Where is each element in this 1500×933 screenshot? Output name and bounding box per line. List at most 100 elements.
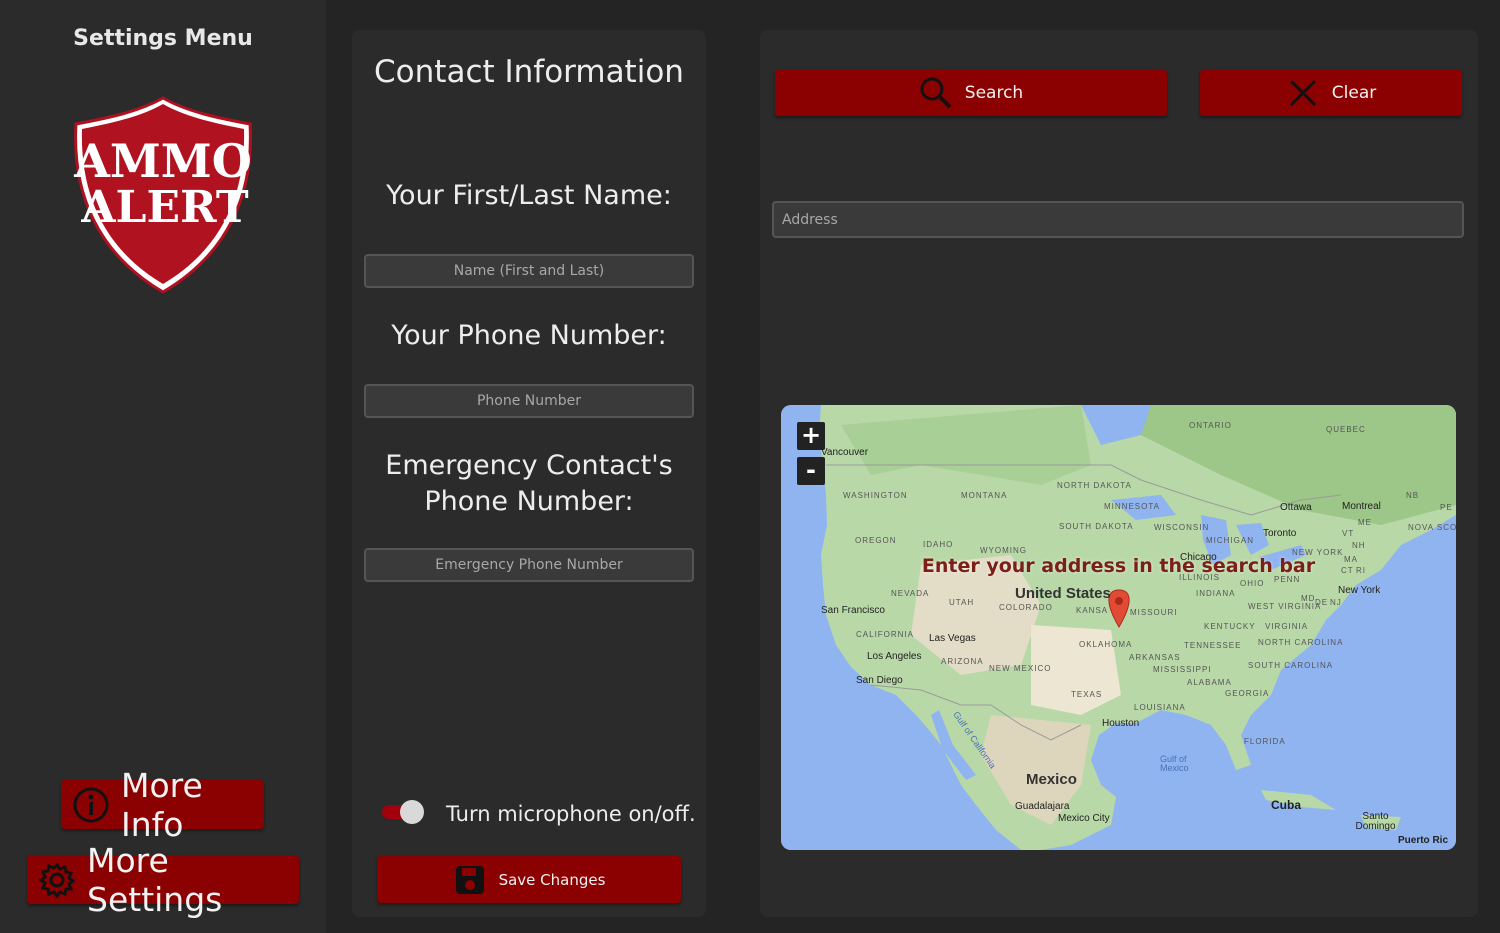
map-label: VIRGINIA [1265,622,1309,631]
map-label: TENNESSEE [1184,641,1242,650]
info-icon [73,787,109,823]
map-label: ALABAMA [1187,678,1232,687]
map-label: PE [1440,503,1453,512]
map-label: Ottawa [1280,502,1312,513]
map-label: Cuba [1271,798,1301,812]
map-label: WYOMING [980,546,1027,555]
map-label: IDAHO [923,540,954,549]
search-button[interactable]: Search [775,70,1167,116]
sidebar-title: Settings Menu [73,26,253,51]
zoom-in-button[interactable]: + [797,422,825,450]
map-label: INDIANA [1196,589,1236,598]
sidebar: Settings Menu AMMO ALERT More Info More … [0,0,326,933]
map-label: VT [1342,529,1355,538]
map-label: WASHINGTON [843,491,908,500]
map-label: NOVA SCO [1408,523,1456,532]
map-label: NB [1406,491,1420,500]
microphone-label: Turn microphone on/off. [446,802,696,826]
map-label: OKLAHOMA [1079,640,1133,649]
map-label: NEVADA [891,589,930,598]
emergency-phone-input[interactable] [364,548,694,582]
map-instruction-overlay: Enter your address in the search bar [921,555,1316,577]
map-label: MINNESOTA [1104,502,1160,511]
map-label: ONTARIO [1189,421,1232,430]
more-settings-button[interactable]: More Settings [27,841,299,919]
emergency-label-line2: Phone Number: [424,486,634,517]
map-label: NH [1352,541,1366,550]
more-info-label: More Info [121,765,203,844]
map-label: MISSISSIPPI [1153,665,1212,674]
name-label: Your First/Last Name: [386,180,672,211]
zoom-out-button[interactable]: - [797,457,825,485]
logo-text-line2: ALERT [80,182,248,233]
map-label: UTAH [949,598,975,607]
phone-label: Your Phone Number: [391,320,667,351]
map-label: CALIFORNIA [856,630,915,639]
more-info-button[interactable]: More Info [61,766,264,844]
map-view[interactable]: + - Vancouver ONTARIO QUEBEC WASHINGTON … [781,405,1456,850]
phone-input[interactable] [364,384,694,418]
map-label: COLORADO [999,603,1053,612]
contact-information-panel: Contact Information Your First/Last Name… [352,30,706,917]
map-label: KENTUCKY [1204,622,1256,631]
gear-icon [39,862,75,898]
map-label: Los Angeles [867,651,922,662]
save-changes-label: Save Changes [498,870,606,889]
map-label: NORTH DAKOTA [1057,481,1132,490]
contact-heading: Contact Information [374,54,684,90]
map-label: Houston [1102,718,1140,729]
map-label: Mexico [1026,771,1077,788]
map-label: OHIO [1240,579,1265,588]
map-label: New York [1338,585,1381,596]
map-label: SOUTH CAROLINA [1248,661,1334,670]
map-label: San Diego [856,675,903,686]
clear-button[interactable]: Clear [1200,70,1462,116]
map-label: OREGON [855,536,897,545]
map-label: Puerto Ric [1398,835,1449,846]
map-terrain [781,405,1456,850]
map-label: Santo Domingo [1355,811,1396,832]
map-label: NEW MEXICO [989,664,1052,673]
emergency-label-line1: Emergency Contact's [385,450,673,481]
map-label: United States [1015,585,1111,602]
map-label: SOUTH DAKOTA [1059,522,1134,531]
map-label: GEORGIA [1225,689,1270,698]
map-label: Las Vegas [929,633,976,644]
search-label: Search [964,83,1024,103]
ammo-alert-logo: AMMO ALERT [68,94,258,296]
map-label: Mexico City [1058,813,1110,824]
floppy-disk-icon [455,865,484,894]
close-icon [1289,79,1316,107]
map-label: ARKANSAS [1129,653,1181,662]
clear-label: Clear [1331,83,1377,103]
map-label: WISCONSIN [1154,523,1210,532]
map-label: WEST VIRGINIA [1248,602,1322,611]
microphone-toggle[interactable] [380,800,426,824]
map-panel: Search Clear Address + - Vancouver ONTAR… [760,30,1478,917]
map-label: ME [1358,518,1372,527]
map-label: MISSOURI [1130,608,1178,617]
map-label: Montreal [1342,501,1381,512]
map-label: San Francisco [821,605,885,616]
map-label: Gulf of Mexico [1160,754,1189,773]
name-input[interactable] [364,254,694,288]
map-label: MD [1301,594,1316,603]
address-input[interactable] [772,201,1464,238]
more-settings-label: More Settings [87,840,223,919]
map-label: Vancouver [821,447,869,458]
map-label: LOUISIANA [1134,703,1186,712]
map-label: NORTH CAROLINA [1258,638,1344,647]
search-icon [920,77,952,109]
map-label: Guadalajara [1015,801,1070,812]
map-label: QUEBEC [1326,425,1366,434]
map-label: MONTANA [961,491,1008,500]
map-label: DE [1315,598,1329,607]
map-label: ARIZONA [941,657,984,666]
map-label: NJ [1330,598,1342,607]
toggle-knob [400,800,424,824]
map-label: Toronto [1263,528,1297,539]
map-label: KANSA [1076,606,1109,615]
map-label: TEXAS [1071,690,1103,699]
save-changes-button[interactable]: Save Changes [377,856,681,903]
map-label: FLORIDA [1244,737,1286,746]
